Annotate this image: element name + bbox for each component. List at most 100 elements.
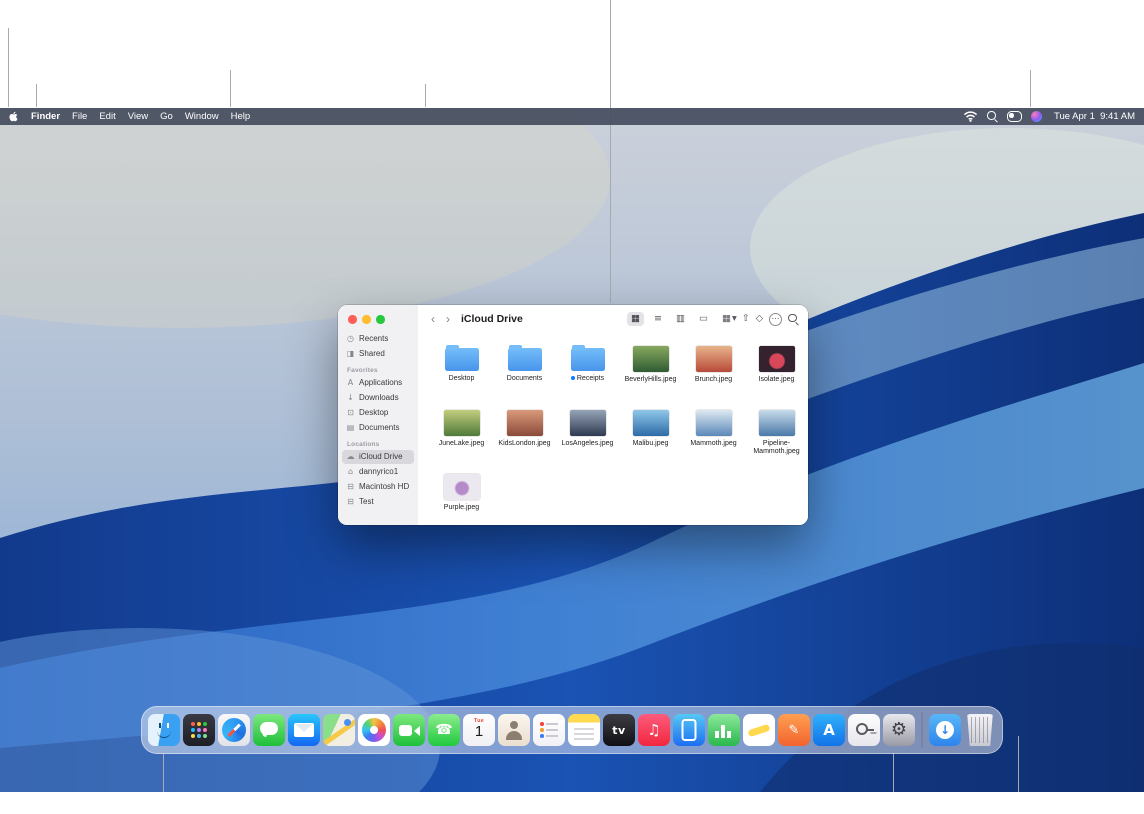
callout-line-trash (1018, 736, 1019, 792)
dock-icon-photos[interactable] (358, 714, 390, 746)
dock-icon-downloads[interactable]: ↓ (929, 714, 961, 746)
dock-icon-passwords[interactable] (848, 714, 880, 746)
file-item[interactable]: Mammoth.jpeg (682, 405, 745, 467)
dock-icon-safari[interactable] (218, 714, 250, 746)
hard-disk-icon: ⊟ (346, 497, 355, 506)
menu-help[interactable]: Help (225, 108, 257, 125)
callout-line-system-settings (893, 753, 894, 792)
dock-icon-trash[interactable] (964, 714, 996, 746)
dock-icon-mail[interactable] (288, 714, 320, 746)
dock-icon-music[interactable]: ♫ (638, 714, 670, 746)
dock-icon-freeform[interactable] (743, 714, 775, 746)
dock-icon-reminders[interactable] (533, 714, 565, 746)
dock-icon-maps[interactable] (323, 714, 355, 746)
file-item[interactable]: Receipts (556, 341, 619, 403)
dock-icon-phone[interactable]: ☎ (428, 714, 460, 746)
icon-view-button[interactable]: ▦ (627, 312, 644, 326)
sidebar-item-shared[interactable]: ◨ Shared (342, 347, 414, 361)
search-button[interactable] (788, 314, 799, 325)
status-menus: Tue Apr 1 9:41 AM (963, 111, 1144, 122)
apple-menu[interactable] (0, 108, 25, 125)
dock-icon-finder[interactable] (148, 714, 180, 746)
dock-icon-facetime[interactable] (393, 714, 425, 746)
list-view-button[interactable]: ≡ (650, 312, 666, 326)
gallery-view-button[interactable]: ▭ (695, 312, 712, 326)
sidebar-item-documents[interactable]: ▤ Documents (342, 421, 414, 435)
back-button[interactable]: ‹ (431, 313, 435, 325)
file-item[interactable]: Malibu.jpeg (619, 405, 682, 467)
minimize-button[interactable] (362, 315, 371, 324)
file-item[interactable]: Purple.jpeg (430, 469, 493, 525)
image-thumbnail (633, 346, 669, 372)
dock-icon-iphone-mirroring[interactable] (673, 714, 705, 746)
sidebar-item-test[interactable]: ⊟ Test (342, 495, 414, 509)
sidebar-item-applications[interactable]: A Applications (342, 376, 414, 390)
file-item[interactable]: BeverlyHills.jpeg (619, 341, 682, 403)
tag-button[interactable]: ◇ (756, 314, 763, 324)
callout-line-status-menus (1030, 70, 1031, 107)
dock-icon-launchpad[interactable] (183, 714, 215, 746)
sidebar-item-desktop[interactable]: ⊡ Desktop (342, 406, 414, 420)
apple-logo-icon (9, 111, 18, 122)
dock-icon-notes[interactable] (568, 714, 600, 746)
sidebar-item-recents[interactable]: ◷ Recents (342, 332, 414, 346)
close-button[interactable] (348, 315, 357, 324)
applications-icon: A (346, 378, 355, 387)
menu-edit[interactable]: Edit (93, 108, 121, 125)
spotlight-search-icon[interactable] (987, 111, 998, 122)
zoom-button[interactable] (376, 315, 385, 324)
shared-folder-icon: ◨ (346, 349, 355, 358)
dock-icon-pages[interactable]: ✎ (778, 714, 810, 746)
file-grid: Desktop Documents Receipts BeverlyHills.… (418, 333, 808, 525)
sidebar-item-macintosh-hd[interactable]: ⊟ Macintosh HD (342, 480, 414, 494)
more-options-button[interactable]: ⋯ (769, 313, 782, 326)
group-by-button[interactable]: ▦ ▾ (722, 314, 736, 324)
sidebar-section-locations: Locations (347, 441, 409, 448)
file-item[interactable]: Documents (493, 341, 556, 403)
menu-bar-clock[interactable]: Tue Apr 1 9:41 AM (1054, 111, 1135, 122)
file-item[interactable]: Brunch.jpeg (682, 341, 745, 403)
window-sidebar: ◷ Recents ◨ Shared Favorites A Applicati… (338, 305, 419, 525)
file-item[interactable]: LosAngeles.jpeg (556, 405, 619, 467)
sidebar-item-downloads[interactable]: ↓ Downloads (342, 391, 414, 405)
file-item[interactable]: JuneLake.jpeg (430, 405, 493, 467)
dock-icon-system-settings[interactable]: ⚙ (883, 714, 915, 746)
file-name: Pipeline-Mammoth.jpeg (753, 440, 799, 455)
menu-file[interactable]: File (66, 108, 93, 125)
siri-icon[interactable] (1031, 111, 1042, 122)
file-name: BeverlyHills.jpeg (625, 376, 677, 383)
sidebar-item-home[interactable]: ⌂ dannyrico1 (342, 465, 414, 479)
menu-go[interactable]: Go (154, 108, 179, 125)
menu-view[interactable]: View (122, 108, 154, 125)
file-item[interactable]: Isolate.jpeg (745, 341, 808, 403)
image-thumbnail (759, 410, 795, 436)
control-center-icon[interactable] (1007, 111, 1022, 122)
file-item[interactable]: Desktop (430, 341, 493, 403)
menu-bar: Finder File Edit View Go Window Help Tue… (0, 108, 1144, 125)
sidebar-list: ◷ Recents ◨ Shared Favorites A Applicati… (338, 305, 418, 509)
finder-window: ◷ Recents ◨ Shared Favorites A Applicati… (338, 305, 808, 525)
dock-icon-messages[interactable] (253, 714, 285, 746)
dock-icon-numbers[interactable] (708, 714, 740, 746)
file-name: Desktop (449, 375, 475, 382)
dock-icon-calendar[interactable]: Tue 1 (463, 714, 495, 746)
column-view-button[interactable]: ▥ (672, 312, 689, 326)
forward-button[interactable]: › (446, 313, 450, 325)
file-item[interactable]: Pipeline-Mammoth.jpeg (745, 405, 808, 467)
image-thumbnail (696, 410, 732, 436)
sidebar-item-icloud-drive[interactable]: ☁ iCloud Drive (342, 450, 414, 464)
icloud-icon: ☁ (346, 452, 355, 461)
dock-icon-apple-tv[interactable]: tv (603, 714, 635, 746)
wifi-icon[interactable] (963, 111, 978, 122)
share-button[interactable]: ⇧ (742, 314, 750, 324)
file-item[interactable]: KidsLondon.jpeg (493, 405, 556, 467)
file-name: Receipts (577, 375, 604, 382)
file-name: JuneLake.jpeg (439, 440, 485, 447)
menu-finder[interactable]: Finder (25, 108, 66, 125)
dock-icon-contacts[interactable] (498, 714, 530, 746)
image-thumbnail (759, 346, 795, 372)
dock-icon-app-store[interactable]: A (813, 714, 845, 746)
file-name: Mammoth.jpeg (690, 440, 736, 447)
file-name: Isolate.jpeg (759, 376, 795, 383)
menu-window[interactable]: Window (179, 108, 225, 125)
